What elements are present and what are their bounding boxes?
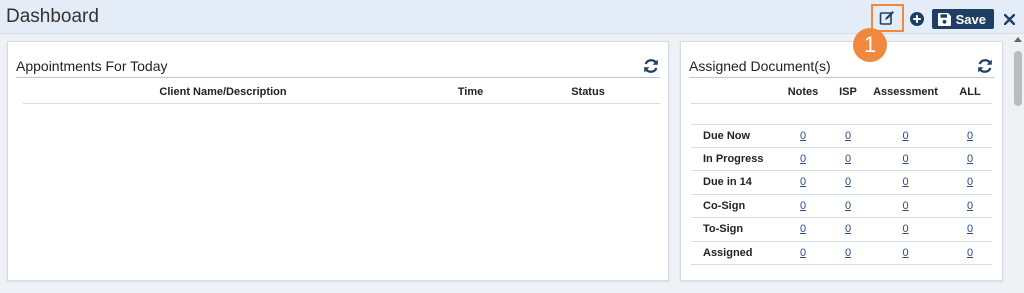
- notes-count-link[interactable]: 0: [800, 247, 806, 259]
- refresh-icon[interactable]: [642, 57, 660, 75]
- row-label: Assigned: [703, 246, 753, 259]
- close-icon: [1003, 13, 1015, 25]
- column-header-assessment: Assessment: [873, 85, 938, 98]
- appointments-panel: Appointments For Today Client Name/Descr…: [7, 41, 669, 281]
- row-label: In Progress: [703, 152, 764, 165]
- isp-count-link[interactable]: 0: [845, 200, 851, 212]
- all-count-link[interactable]: 0: [967, 176, 973, 188]
- table-row: Co-Sign 0 0 0 0: [691, 195, 992, 218]
- add-button[interactable]: [908, 10, 926, 28]
- table-row: Assigned 0 0 0 0: [691, 242, 992, 265]
- documents-table-body: Due Now 0 0 0 0 In Progress 0 0 0 0 Due …: [691, 124, 992, 265]
- edit-icon: [879, 11, 895, 25]
- table-row: Due in 14 0 0 0 0: [691, 171, 992, 195]
- edit-button[interactable]: [870, 4, 904, 32]
- row-label: Due in 14: [703, 176, 752, 189]
- assigned-documents-title: Assigned Document(s): [689, 57, 831, 74]
- assigned-documents-table: Notes ISP Assessment ALL Due Now 0 0 0 0…: [691, 80, 992, 265]
- all-count-link[interactable]: 0: [967, 153, 973, 165]
- row-label: To-Sign: [703, 223, 744, 236]
- table-row: Due Now 0 0 0 0: [691, 124, 992, 148]
- appointments-table: Client Name/Description Time Status: [23, 80, 660, 104]
- refresh-icon[interactable]: [976, 57, 994, 75]
- table-row: In Progress 0 0 0 0: [691, 148, 992, 171]
- save-button[interactable]: Save: [931, 9, 994, 29]
- documents-table-header: Notes ISP Assessment ALL: [691, 80, 992, 104]
- appointments-title: Appointments For Today: [16, 57, 168, 74]
- isp-count-link[interactable]: 0: [845, 130, 851, 142]
- scroll-up-arrow-icon[interactable]: [1014, 37, 1022, 42]
- column-header-status[interactable]: Status: [518, 86, 658, 98]
- isp-count-link[interactable]: 0: [845, 153, 851, 165]
- column-header-isp: ISP: [839, 85, 857, 98]
- isp-count-link[interactable]: 0: [845, 223, 851, 235]
- notes-count-link[interactable]: 0: [800, 130, 806, 142]
- column-header-all: ALL: [959, 85, 981, 98]
- appointments-table-header: Client Name/Description Time Status: [23, 80, 660, 104]
- isp-count-link[interactable]: 0: [845, 176, 851, 188]
- assigned-documents-panel: Assigned Document(s) Notes ISP Assessmen…: [680, 41, 1003, 281]
- column-header-time[interactable]: Time: [423, 86, 518, 98]
- floppy-disk-icon: [937, 12, 951, 26]
- plus-circle-icon: [909, 12, 924, 26]
- close-button[interactable]: [1002, 12, 1016, 26]
- all-count-link[interactable]: 0: [967, 130, 973, 142]
- all-count-link[interactable]: 0: [967, 223, 973, 235]
- save-button-label: Save: [955, 11, 986, 27]
- table-spacer: [691, 104, 992, 124]
- toolbar: Save: [870, 4, 1016, 33]
- step-callout-badge: 1: [853, 28, 887, 62]
- notes-count-link[interactable]: 0: [800, 153, 806, 165]
- appointments-header: Appointments For Today: [16, 54, 660, 78]
- all-count-link[interactable]: 0: [967, 247, 973, 259]
- notes-count-link[interactable]: 0: [800, 223, 806, 235]
- assessment-count-link[interactable]: 0: [902, 130, 908, 142]
- assessment-count-link[interactable]: 0: [902, 223, 908, 235]
- notes-count-link[interactable]: 0: [800, 176, 806, 188]
- scrollbar-thumb[interactable]: [1014, 51, 1022, 106]
- page-title: Dashboard: [6, 6, 99, 27]
- column-header-notes: Notes: [787, 85, 819, 98]
- row-label: Co-Sign: [703, 199, 746, 212]
- all-count-link[interactable]: 0: [967, 200, 973, 212]
- isp-count-link[interactable]: 0: [845, 247, 851, 259]
- column-header-client[interactable]: Client Name/Description: [23, 86, 423, 98]
- row-label: Due Now: [703, 129, 751, 142]
- notes-count-link[interactable]: 0: [800, 200, 806, 212]
- assessment-count-link[interactable]: 0: [902, 153, 908, 165]
- table-row: To-Sign 0 0 0 0: [691, 218, 992, 242]
- assigned-documents-header: Assigned Document(s): [689, 54, 994, 78]
- assessment-count-link[interactable]: 0: [902, 247, 908, 259]
- page-scrollbar[interactable]: [1012, 35, 1024, 293]
- assessment-count-link[interactable]: 0: [902, 176, 908, 188]
- assessment-count-link[interactable]: 0: [902, 200, 908, 212]
